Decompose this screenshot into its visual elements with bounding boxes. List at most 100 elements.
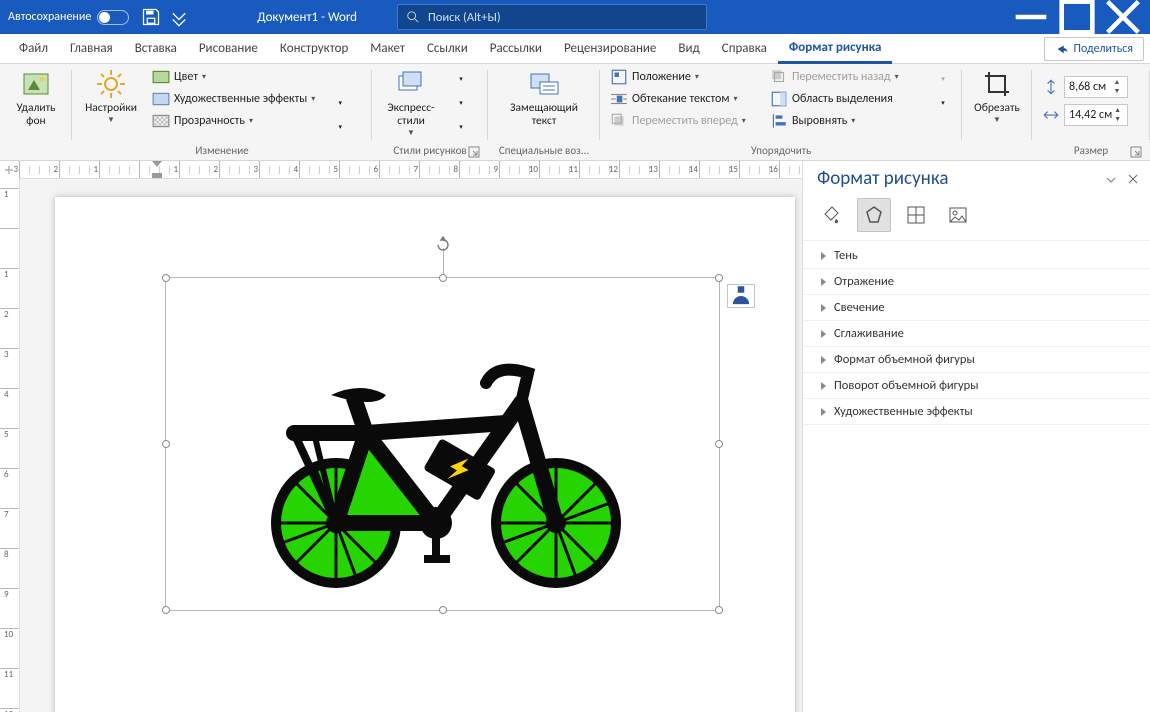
position-icon [610,68,628,86]
pane-section-3dformat[interactable]: Формат объемной фигуры [803,347,1150,373]
save-icon[interactable] [141,7,161,27]
vertical-ruler[interactable]: 21123456789101112 [0,179,20,712]
pane-close-button[interactable] [1118,172,1140,186]
height-icon [1042,78,1060,96]
pane-section-glow[interactable]: Свечение [803,295,1150,321]
wrap-icon [610,90,628,108]
pane-section-artistic[interactable]: Художественные эффекты [803,399,1150,425]
share-button[interactable]: Поделиться [1044,37,1144,61]
pane-tab-picture[interactable] [941,198,975,232]
resize-handle-tl[interactable] [162,274,170,282]
change-picture-button[interactable]: ▾ [338,90,342,114]
tell-me-search[interactable]: Поиск (Alt+Ы) [397,4,707,30]
pane-section-shadow[interactable]: Тень [803,243,1150,269]
height-control[interactable]: 8,68 см▲▼ [1038,76,1132,98]
group-label-styles: Стили рисунков [393,144,466,157]
autosave-toggle[interactable] [97,10,129,25]
pane-accordion: Тень Отражение Свечение Сглаживание Форм… [803,241,1150,712]
crop-button[interactable]: Обрезать ▼ [968,66,1026,125]
group-label-size: Размер [1074,144,1108,157]
sun-icon [95,68,127,100]
layout-options-popup[interactable] [727,284,755,308]
size-dialog-launcher[interactable] [1130,146,1142,158]
hanging-indent-marker[interactable] [152,173,162,178]
width-icon [1042,106,1060,124]
pane-tab-layout[interactable] [899,198,933,232]
tab-review[interactable]: Рецензирование [553,34,667,64]
tab-layout[interactable]: Макет [359,34,416,64]
send-backward-button[interactable]: Переместить назад▾ [766,66,926,88]
tab-design[interactable]: Конструктор [269,34,359,64]
resize-handle-tr[interactable] [715,274,723,282]
tab-draw[interactable]: Рисование [188,34,269,64]
resize-handle-mr[interactable] [715,440,723,448]
reset-picture-button[interactable]: ▾ [338,114,342,138]
artistic-icon [152,90,170,108]
document-title: Документ1 - Word [257,10,357,25]
ribbon-tabs: Файл Главная Вставка Рисование Конструкт… [0,34,1150,64]
picture-border-button[interactable]: ▾ [459,66,463,90]
rotate-button[interactable]: ▾ [941,90,945,114]
inserted-picture[interactable] [236,333,656,593]
transparency-button[interactable]: Прозрачность▾ [148,110,319,132]
tab-references[interactable]: Ссылки [416,34,479,64]
pane-category-tabs [803,192,1150,241]
remove-background-button[interactable]: Удалить фон [6,66,66,128]
resize-handle-br[interactable] [715,606,723,614]
picture-effects-button[interactable]: ▾ [459,90,463,114]
crop-icon [981,68,1013,100]
selection-pane-button[interactable]: Область выделения [766,88,926,110]
artistic-effects-button[interactable]: Художественные эффекты▾ [148,88,319,110]
height-stepper[interactable]: ▲▼ [1111,78,1123,96]
document-canvas[interactable] [20,179,802,712]
close-button[interactable] [1100,0,1146,34]
group-label-adjust: Изменение [195,144,248,157]
palette-icon [152,68,170,86]
position-button[interactable]: Положение▾ [606,66,766,88]
resize-handle-bm[interactable] [439,606,447,614]
tab-picture-format[interactable]: Формат рисунка [778,34,893,64]
tab-home[interactable]: Главная [59,34,124,64]
tab-insert[interactable]: Вставка [124,34,188,64]
corrections-button[interactable]: Настройки ▼ [78,66,144,125]
maximize-button[interactable] [1054,0,1100,34]
width-control[interactable]: 14,42 см▲▼ [1038,104,1132,126]
wrap-text-button[interactable]: Обтекание текстом▾ [606,88,766,110]
first-line-indent-marker[interactable] [152,161,162,167]
quick-access-more-icon[interactable] [169,7,189,27]
styles-gallery-button[interactable]: Экспресс- стили ▼ [378,66,444,139]
title-bar: Автосохранение Документ1 - Word Поиск (A… [0,0,1150,34]
pane-section-softedges[interactable]: Сглаживание [803,321,1150,347]
horizontal-ruler[interactable]: 3211234567891011121314151617 [20,161,802,179]
tab-help[interactable]: Справка [711,34,778,64]
bring-forward-button[interactable]: Переместить вперед▾ [606,110,766,132]
resize-handle-ml[interactable] [162,440,170,448]
color-button[interactable]: Цвет▾ [148,66,319,88]
share-label: Поделиться [1074,42,1133,56]
resize-handle-bl[interactable] [162,606,170,614]
rotate-handle[interactable] [434,236,452,254]
group-objects-button[interactable]: ▾ [941,66,945,90]
pane-menu-button[interactable] [1096,172,1118,186]
pane-section-3drotation[interactable]: Поворот объемной фигуры [803,373,1150,399]
pane-tab-fill[interactable] [815,198,849,232]
minimize-button[interactable] [1008,0,1054,34]
styles-dialog-launcher[interactable] [468,146,480,158]
width-stepper[interactable]: ▲▼ [1112,106,1123,124]
picture-layout-button[interactable]: ▾ [459,114,463,138]
format-picture-pane: Формат рисунка Тень Отражение Свечение С… [802,161,1150,712]
pane-section-reflection[interactable]: Отражение [803,269,1150,295]
tab-file[interactable]: Файл [8,34,59,64]
tab-view[interactable]: Вид [667,34,710,64]
picture-selection[interactable] [165,277,720,611]
pane-title: Формат рисунка [817,167,1096,190]
autosave-label: Автосохранение [8,10,91,24]
resize-handle-tm[interactable] [439,274,447,282]
pane-tab-effects[interactable] [857,198,891,232]
search-placeholder: Поиск (Alt+Ы) [428,10,501,25]
transparency-icon [152,112,170,130]
tab-mailings[interactable]: Рассылки [479,34,553,64]
align-button[interactable]: Выровнять▾ [766,110,926,132]
remove-background-icon [20,68,52,100]
alt-text-button[interactable]: Замещающий текст [494,66,594,128]
